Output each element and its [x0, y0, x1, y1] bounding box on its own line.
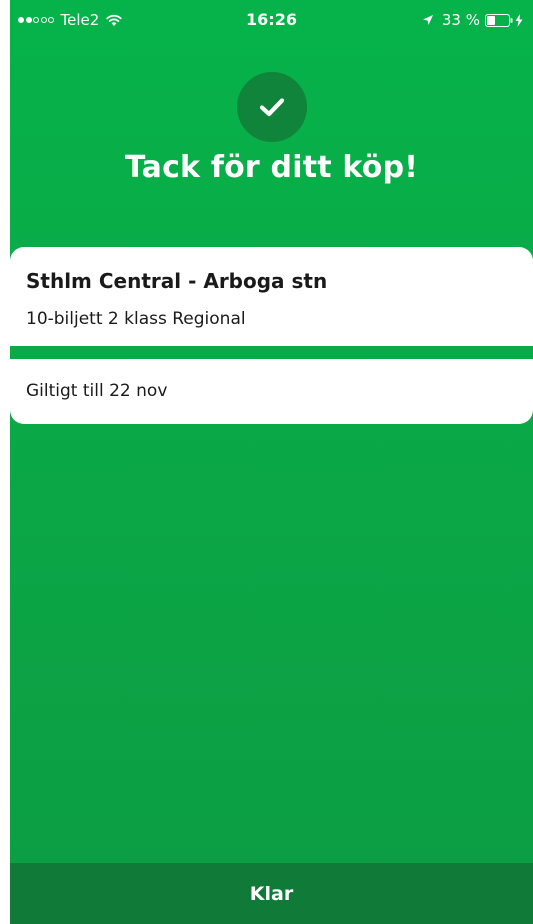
purchase-confirmation-screen: Tele2 16:26 33 % Tack för ditt köp! Sthl…: [10, 0, 533, 924]
page-title: Tack för ditt köp!: [124, 150, 419, 185]
ticket-route: Sthlm Central - Arboga stn: [26, 269, 328, 293]
done-button[interactable]: Klar: [10, 863, 533, 924]
checkmark-icon: [259, 98, 285, 117]
ticket-type: 10-biljett 2 klass Regional: [26, 309, 246, 329]
status-right: 33 %: [422, 11, 523, 29]
ticket-valid-until: Giltigt till 22 nov: [26, 381, 168, 401]
battery-icon: [485, 13, 513, 27]
location-arrow-icon: [422, 15, 433, 25]
battery-percent: 33 %: [441, 11, 480, 29]
status-bar: Tele2 16:26 33 %: [10, 0, 533, 40]
success-badge: [237, 72, 307, 142]
charging-bolt-icon: [515, 13, 523, 27]
